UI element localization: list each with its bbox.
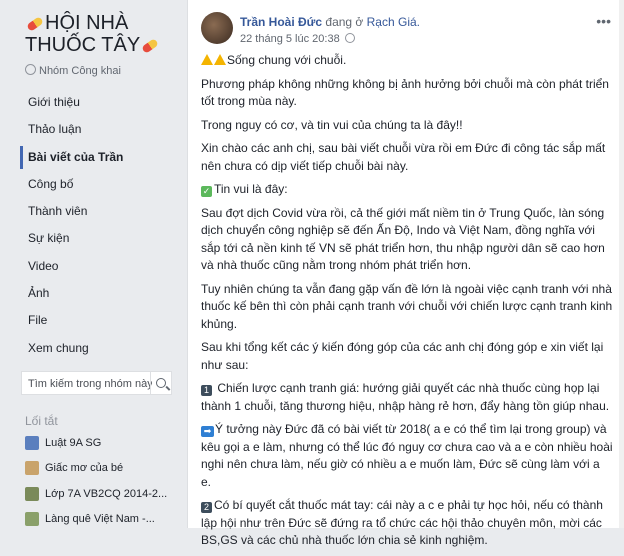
shortcut-item[interactable]: Giấc mơ của bé <box>25 459 175 477</box>
post-paragraph: 2 Có bí quyết cắt thuốc mát tay: cái này … <box>201 498 603 547</box>
privacy-globe-icon <box>344 33 355 43</box>
shortcuts-list: Luật 9A SG Giấc mơ của bé Lớp 7A VB2CQ 2… <box>25 434 175 535</box>
group-thumbnail-icon <box>25 511 39 526</box>
shortcut-label: Lớp 7A VB2CQ 2014-2... <box>45 487 168 500</box>
post-paragraph: Sau khi tổng kết các ý kiến đóng góp của… <box>201 340 604 372</box>
group-title[interactable]: HỘI NHÀ THUỐC TÂY <box>25 12 175 56</box>
right-arrow-icon: ➡ <box>201 426 214 437</box>
nav-item-members[interactable]: Thành viên <box>20 200 180 223</box>
post-paragraph: Xin chào các anh chị, sau bài viết chuỗi… <box>201 141 606 173</box>
nav-item-discussion[interactable]: Thảo luận <box>20 118 180 141</box>
shortcut-label: Làng quê Việt Nam -... <box>45 512 155 525</box>
location-link[interactable]: Rạch Giá. <box>367 15 420 29</box>
group-nav: Giới thiệu Thảo luận Bài viết của Trần C… <box>20 91 180 364</box>
pill-icon <box>26 15 44 32</box>
post-paragraph: Phương pháp không những không bị ảnh hưở… <box>201 76 609 109</box>
keycap-one-icon: 1 <box>201 385 212 396</box>
search-icon <box>156 378 166 388</box>
nav-item-videos[interactable]: Video <box>20 255 180 278</box>
nav-item-events[interactable]: Sự kiện <box>20 227 180 250</box>
warning-icon <box>214 54 226 65</box>
shortcut-label: Giấc mơ của bé <box>45 462 124 475</box>
shortcuts-title: Lối tắt <box>25 414 58 428</box>
check-mark-icon: ✓ <box>201 186 212 197</box>
group-title-text: HỘI NHÀ THUỐC TÂY <box>25 12 141 56</box>
author-name[interactable]: Trần Hoài Đức <box>240 15 322 29</box>
keycap-two-icon: 2 <box>201 502 212 513</box>
timestamp-text: 22 tháng 5 lúc 20:38 <box>240 33 340 45</box>
nav-item-files[interactable]: File <box>20 309 180 332</box>
post-header: Trần Hoài Đức đang ở Rạch Giá. <box>240 15 420 29</box>
group-privacy-label: Nhóm Công khai <box>39 65 121 77</box>
nav-item-announcements[interactable]: Công bố <box>20 173 180 196</box>
group-search <box>21 371 172 396</box>
group-thumbnail-icon <box>25 486 39 501</box>
shortcut-item[interactable]: Luật 9A SG <box>25 434 175 452</box>
group-sidebar: HỘI NHÀ THUỐC TÂY Nhóm Công khai Giới th… <box>0 0 180 528</box>
post-paragraph: Sau đợt dịch Covid vừa rồi, cả thế giới … <box>201 205 605 273</box>
nav-item-photos[interactable]: Ảnh <box>20 282 180 305</box>
shortcut-item[interactable]: Lớp 7A VB2CQ 2014-2... <box>25 485 175 503</box>
group-thumbnail-icon <box>25 461 39 476</box>
globe-icon <box>25 64 36 75</box>
post-paragraph: Sống chung với chuỗi. <box>201 52 613 70</box>
group-privacy: Nhóm Công khai <box>25 64 121 77</box>
group-search-input[interactable] <box>22 372 154 396</box>
warning-icon <box>201 54 213 65</box>
shortcut-label: Luật 9A SG <box>45 437 102 449</box>
group-thumbnail-icon <box>25 436 39 450</box>
search-button[interactable] <box>150 372 171 394</box>
nav-item-posts-by-tran[interactable]: Bài viết của Trần <box>20 145 180 169</box>
shortcut-item[interactable]: Làng quê Việt Nam -... <box>25 510 175 528</box>
more-options-icon[interactable]: ••• <box>596 13 611 29</box>
pill-icon <box>141 37 160 54</box>
post-paragraph: 1 Chiến lược cạnh tranh giá: hướng giải … <box>201 381 610 413</box>
post-paragraph: Trong nguy có cơ, và tin vui của chúng t… <box>201 117 463 132</box>
post-card: Trần Hoài Đức đang ở Rạch Giá. 22 tháng … <box>187 0 624 547</box>
location-prefix: đang ở <box>325 15 364 29</box>
nav-item-about[interactable]: Giới thiệu <box>20 91 180 114</box>
avatar[interactable] <box>201 12 233 44</box>
post-body: Sống chung với chuỗi. Phương pháp không … <box>201 52 613 556</box>
post-paragraph: ➡ Ý tưởng này Đức đã có bài viết từ 2018(… <box>201 422 613 489</box>
post-timestamp[interactable]: 22 tháng 5 lúc 20:38 <box>240 33 355 45</box>
post-paragraph: Tuy nhiên chúng ta vẫn đang gặp vấn đề l… <box>201 281 613 331</box>
post-paragraph: ✓ Tin vui là đây: <box>201 182 288 197</box>
scrollbar[interactable] <box>619 0 624 528</box>
nav-item-watch-party[interactable]: Xem chung <box>20 337 180 360</box>
